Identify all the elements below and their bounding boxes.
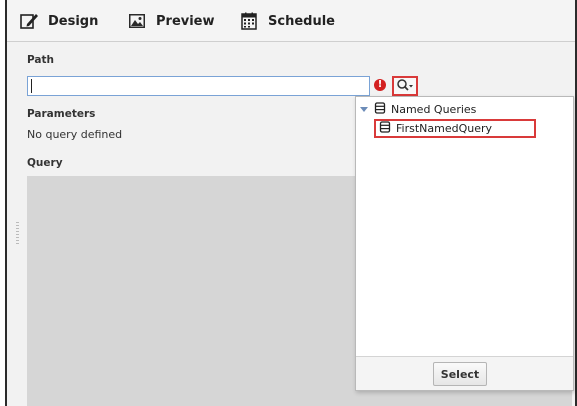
preview-tab[interactable]: Preview	[127, 8, 215, 34]
path-label: Path	[27, 54, 54, 66]
expand-arrow-icon[interactable]	[360, 106, 368, 112]
image-preview-icon	[127, 11, 147, 31]
query-browser-button[interactable]	[392, 76, 418, 96]
tree-item-first-named-query[interactable]: FirstNamedQuery	[374, 119, 536, 138]
tree-node-named-queries[interactable]: Named Queries	[360, 101, 476, 117]
tree-root-label: Named Queries	[391, 102, 477, 116]
parameters-label: Parameters	[27, 108, 96, 120]
calendar-icon	[239, 11, 259, 31]
named-query-browser-popup: Named Queries FirstNamedQuery Select	[355, 96, 574, 391]
error-icon: !	[374, 79, 386, 91]
select-button[interactable]: Select	[433, 362, 487, 386]
database-icon	[374, 101, 386, 117]
query-label: Query	[27, 157, 63, 169]
toolbar: Design Preview Schedule	[7, 0, 575, 42]
design-tab-label: Design	[48, 13, 99, 29]
query-icon	[379, 121, 391, 136]
parameters-empty-text: No query defined	[27, 128, 123, 141]
schedule-tab[interactable]: Schedule	[239, 8, 335, 34]
preview-tab-label: Preview	[156, 13, 215, 29]
editor-frame: Design Preview Schedule Path ! Parameter…	[5, 0, 577, 406]
design-tab[interactable]: Design	[19, 8, 98, 34]
splitter-handle[interactable]	[16, 222, 19, 244]
popup-footer: Select	[356, 356, 573, 390]
path-input[interactable]	[27, 76, 370, 96]
search-dropdown-icon	[396, 78, 414, 95]
schedule-tab-label: Schedule	[268, 13, 335, 29]
tree-item-label: FirstNamedQuery	[396, 122, 493, 135]
design-edit-icon	[19, 11, 39, 31]
text-caret	[31, 79, 32, 93]
